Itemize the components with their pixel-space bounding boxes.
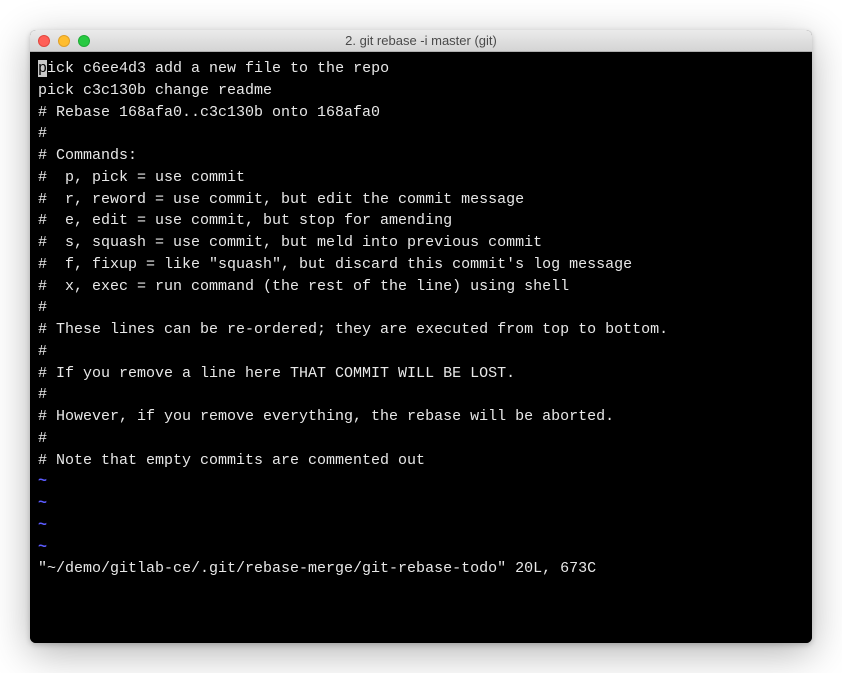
titlebar[interactable]: 2. git rebase -i master (git) [30,30,812,52]
vim-tilde: ~ [38,493,804,515]
comment-line: # s, squash = use commit, but meld into … [38,232,804,254]
comment-line: # If you remove a line here THAT COMMIT … [38,363,804,385]
comment-line: # f, fixup = like "squash", but discard … [38,254,804,276]
line-text: ick c6ee4d3 add a new file to the repo [47,60,389,77]
editor-line: pick c3c130b change readme [38,80,804,102]
window-title: 2. git rebase -i master (git) [30,33,812,48]
editor-line: pick c6ee4d3 add a new file to the repo [38,58,804,80]
comment-line: # [38,341,804,363]
comment-line: # [38,384,804,406]
vim-tilde: ~ [38,537,804,559]
comment-line: # [38,123,804,145]
terminal-content[interactable]: pick c6ee4d3 add a new file to the repop… [30,52,812,643]
comment-line: # [38,428,804,450]
comment-line: # [38,297,804,319]
comment-line: # Rebase 168afa0..c3c130b onto 168afa0 [38,102,804,124]
comment-line: # Commands: [38,145,804,167]
vim-status-line: "~/demo/gitlab-ce/.git/rebase-merge/git-… [38,558,804,580]
comment-line: # x, exec = run command (the rest of the… [38,276,804,298]
terminal-window: 2. git rebase -i master (git) pick c6ee4… [30,30,812,643]
minimize-icon[interactable] [58,35,70,47]
comment-line: # r, reword = use commit, but edit the c… [38,189,804,211]
vim-tilde: ~ [38,515,804,537]
comment-line: # e, edit = use commit, but stop for ame… [38,210,804,232]
comment-line: # However, if you remove everything, the… [38,406,804,428]
comment-line: # Note that empty commits are commented … [38,450,804,472]
vim-tilde: ~ [38,471,804,493]
comment-line: # p, pick = use commit [38,167,804,189]
close-icon[interactable] [38,35,50,47]
traffic-lights [30,35,90,47]
maximize-icon[interactable] [78,35,90,47]
cursor: p [38,60,47,77]
comment-line: # These lines can be re-ordered; they ar… [38,319,804,341]
